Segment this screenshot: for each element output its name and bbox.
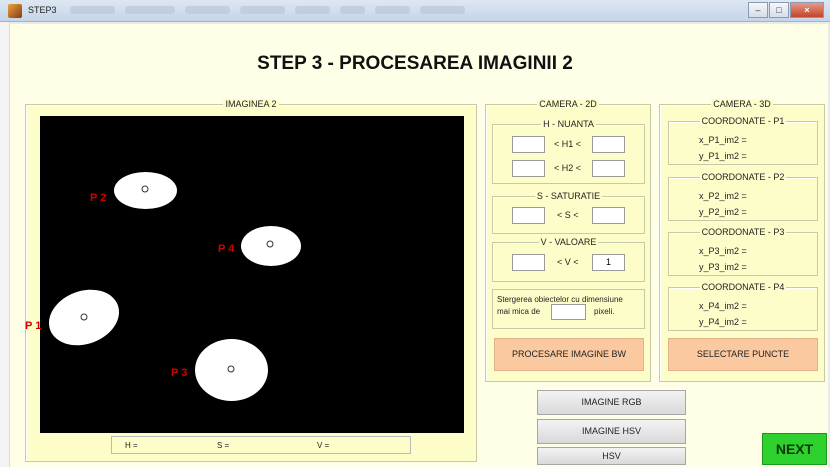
window-title: STEP3 bbox=[28, 5, 57, 15]
blurred-menu-item bbox=[295, 6, 330, 14]
min-pixels-input[interactable] bbox=[551, 304, 586, 320]
x-p4-label: x_P4_im2 = bbox=[699, 301, 747, 311]
h1-max-input[interactable] bbox=[592, 136, 625, 153]
title-bar: STEP3 – □ × bbox=[0, 0, 830, 22]
point-label-p3: P 3 bbox=[171, 367, 188, 379]
select-points-button[interactable]: SELECTARE PUNCTE bbox=[668, 338, 818, 371]
h1-label: < H1 < bbox=[554, 139, 582, 149]
h-legend: H - NUANTA bbox=[541, 119, 596, 129]
y-p4-label: y_P4_im2 = bbox=[699, 317, 747, 327]
x-p2-label: x_P2_im2 = bbox=[699, 191, 747, 201]
blurred-menu-item bbox=[240, 6, 285, 14]
blurred-menu-item bbox=[70, 6, 115, 14]
coord-legend-p3: COORDONATE - P3 bbox=[699, 227, 787, 237]
coord-legend-p4: COORDONATE - P4 bbox=[699, 282, 787, 292]
h2-min-input[interactable] bbox=[512, 160, 545, 177]
v-readout: V = bbox=[317, 441, 330, 450]
centroid-marker bbox=[80, 313, 88, 321]
app-window: STEP3 – □ × STEP 3 - PROCESAREA IMAGINII… bbox=[0, 0, 830, 467]
s-readout: S = bbox=[217, 441, 230, 450]
blurred-menu-item bbox=[185, 6, 230, 14]
page-title: STEP 3 - PROCESAREA IMAGINII 2 bbox=[257, 53, 573, 74]
v-label: < V < bbox=[557, 257, 579, 267]
remove-objects-text-2: mai mica de bbox=[497, 307, 541, 316]
left-edge bbox=[0, 22, 10, 467]
point-label-p2: P 2 bbox=[90, 192, 107, 204]
s-min-input[interactable] bbox=[512, 207, 545, 224]
camera-2d-legend: CAMERA - 2D bbox=[537, 99, 599, 109]
h2-max-input[interactable] bbox=[592, 160, 625, 177]
blurred-menu-item bbox=[375, 6, 410, 14]
app-icon bbox=[8, 4, 22, 18]
minimize-button[interactable]: – bbox=[748, 2, 768, 18]
blurred-menu-item bbox=[340, 6, 365, 14]
image-rgb-button[interactable]: IMAGINE RGB bbox=[537, 390, 686, 415]
centroid-marker bbox=[141, 185, 149, 193]
pixels-unit: pixeli. bbox=[594, 307, 615, 316]
next-button[interactable]: NEXT bbox=[762, 433, 827, 465]
v-max-input[interactable]: 1 bbox=[592, 254, 625, 271]
close-button[interactable]: × bbox=[790, 2, 824, 18]
s-max-input[interactable] bbox=[592, 207, 625, 224]
point-label-p4: P 4 bbox=[218, 243, 235, 255]
s-legend: S - SATURATIE bbox=[534, 191, 603, 201]
point-label-p1: P 1 bbox=[25, 320, 42, 332]
h1-min-input[interactable] bbox=[512, 136, 545, 153]
blurred-menu-item bbox=[125, 6, 175, 14]
blurred-menu-item bbox=[420, 6, 465, 14]
process-bw-button[interactable]: PROCESARE IMAGINE BW bbox=[494, 338, 644, 371]
centroid-marker bbox=[227, 365, 235, 373]
camera-3d-legend: CAMERA - 3D bbox=[711, 99, 773, 109]
v-legend: V - VALOARE bbox=[538, 237, 599, 247]
remove-objects-text: Stergerea obiectelor cu dimensiune bbox=[497, 295, 623, 304]
v-min-input[interactable] bbox=[512, 254, 545, 271]
x-p1-label: x_P1_im2 = bbox=[699, 135, 747, 145]
y-p2-label: y_P2_im2 = bbox=[699, 207, 747, 217]
coord-legend-p1: COORDONATE - P1 bbox=[699, 116, 787, 126]
image-hsv-button[interactable]: IMAGINE HSV bbox=[537, 419, 686, 444]
y-p3-label: y_P3_im2 = bbox=[699, 262, 747, 272]
coord-legend-p2: COORDONATE - P2 bbox=[699, 172, 787, 182]
hsv-button[interactable]: HSV bbox=[537, 447, 686, 465]
y-p1-label: y_P1_im2 = bbox=[699, 151, 747, 161]
hsv-readout: H = S = V = bbox=[111, 436, 411, 454]
h-readout: H = bbox=[125, 441, 138, 450]
maximize-button[interactable]: □ bbox=[769, 2, 789, 18]
s-label: < S < bbox=[557, 210, 579, 220]
h2-label: < H2 < bbox=[554, 163, 582, 173]
x-p3-label: x_P3_im2 = bbox=[699, 246, 747, 256]
centroid-marker bbox=[266, 240, 274, 248]
image-panel-legend: IMAGINEA 2 bbox=[223, 99, 279, 109]
